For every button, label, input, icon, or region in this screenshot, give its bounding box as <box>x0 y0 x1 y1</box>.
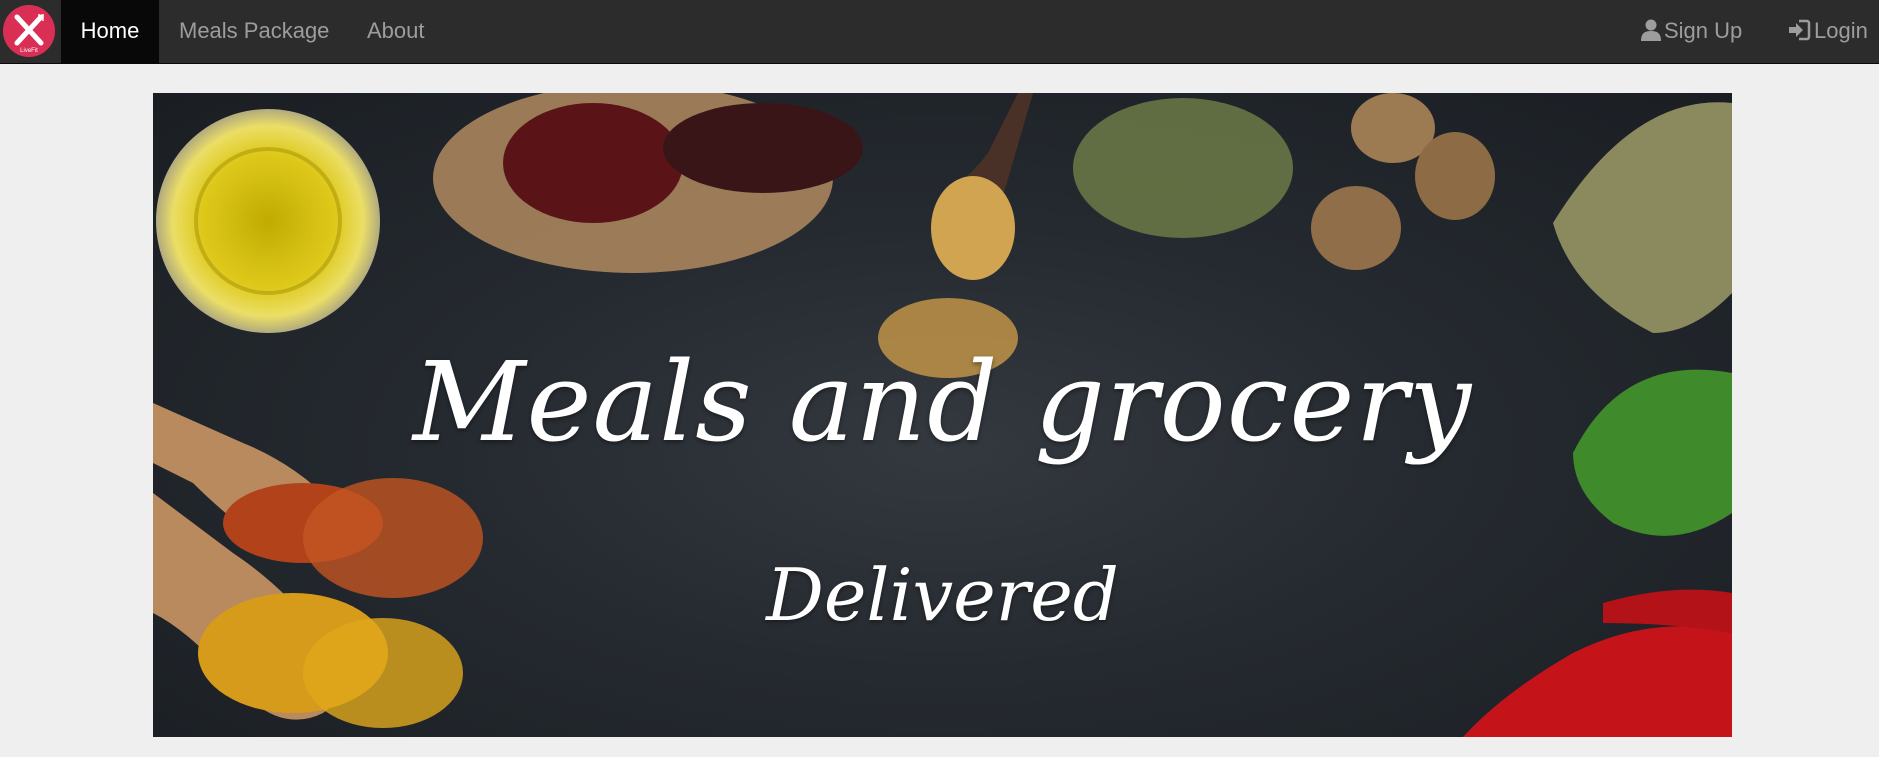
top-navbar: LiveFit Home Meals Package About Sign Up… <box>0 0 1879 64</box>
nav-about[interactable]: About <box>367 0 425 64</box>
fork-knife-icon: LiveFit <box>3 5 55 57</box>
signup-label: Sign Up <box>1664 18 1743 43</box>
login-link[interactable]: Login <box>1787 0 1868 64</box>
hero-banner: Meals and grocery Delivered <box>153 93 1732 737</box>
livefit-logo[interactable]: LiveFit <box>3 5 55 57</box>
hero-subtitle: Delivered <box>766 553 1119 637</box>
user-icon <box>1641 19 1661 41</box>
log-in-icon <box>1789 19 1811 41</box>
nav-meals-package[interactable]: Meals Package <box>179 0 329 64</box>
hero-title: Meals and grocery <box>412 338 1473 466</box>
login-label: Login <box>1814 18 1868 43</box>
logo-text: LiveFit <box>20 48 38 54</box>
signup-link[interactable]: Sign Up <box>1641 0 1742 64</box>
nav-home[interactable]: Home <box>61 0 159 64</box>
